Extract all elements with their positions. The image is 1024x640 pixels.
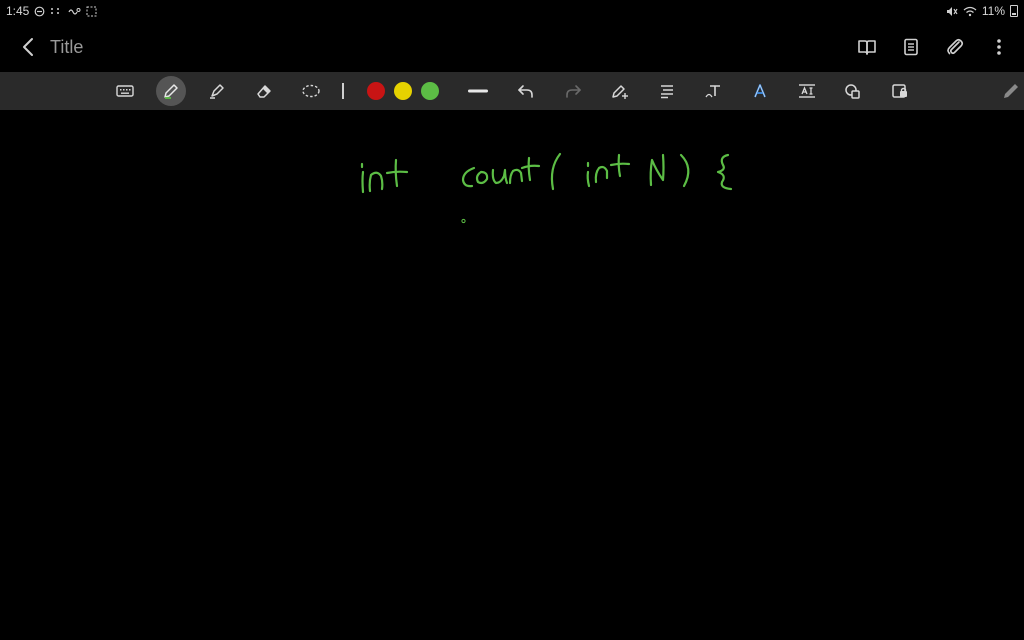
document-icon [904,38,918,56]
highlighter-icon [210,84,224,99]
ink-stroke [716,153,733,191]
ink-stroke [461,166,476,188]
screenshot-icon [86,6,97,17]
pen-tool[interactable] [156,76,186,106]
header-actions [856,36,1010,58]
status-right: 11% [946,4,1018,18]
attach-button[interactable] [944,36,966,58]
stroke-width-tool[interactable] [463,76,493,106]
note-canvas[interactable] [0,110,1024,640]
battery-percent: 11% [981,4,1005,18]
text-convert-icon [705,85,720,98]
stroke-width-icon [468,89,488,93]
pen-plus-icon [612,85,628,99]
chevron-left-icon [23,38,33,56]
back-button[interactable] [14,33,42,61]
ink-stroke [475,170,489,185]
toolbar-divider [342,83,344,99]
link-icon [67,6,81,16]
pen-settings-tool[interactable] [605,76,635,106]
ink-stroke [617,153,622,178]
handwriting-to-text-tool[interactable] [699,76,729,106]
undo-button[interactable] [511,76,541,106]
lock-layer-tool[interactable] [885,76,915,106]
lock-image-icon [892,84,907,98]
dots-icon [50,6,62,16]
ink-stroke [491,168,509,185]
app-header: Title [0,22,1024,72]
book-icon [858,40,876,55]
pen-icon [164,84,178,99]
status-bar: 1:45 11% [0,0,1024,22]
keyboard-icon [116,85,134,97]
ink-stroke [609,162,631,167]
status-time: 1:45 [6,4,30,18]
ink-stroke [649,153,665,187]
mute-icon [946,6,958,17]
dnd-icon [34,6,45,17]
text-align-tool[interactable] [652,76,682,106]
undo-icon [518,85,533,98]
page-list-button[interactable] [900,36,922,58]
ink-stroke [527,156,532,182]
drawing-mode-tool[interactable] [996,76,1024,106]
paperclip-icon [947,38,964,55]
ink-stroke [508,168,524,185]
pencil-icon [1004,84,1018,98]
ink-dot [461,218,466,224]
more-vertical-icon [997,39,1001,55]
note-title[interactable]: Title [50,37,83,58]
ink-stroke [550,152,562,191]
reading-mode-button[interactable] [856,36,878,58]
wifi-icon [963,6,977,17]
redo-icon [566,85,581,98]
color-swatch-red[interactable] [367,82,385,100]
keyboard-tool[interactable] [110,76,140,106]
text-box-icon [799,84,815,98]
more-options-button[interactable] [988,36,1010,58]
ink-stroke [679,153,690,188]
ink-stroke [368,171,384,193]
ink-stroke [394,158,399,188]
lasso-tool[interactable] [296,76,326,106]
status-left: 1:45 [6,4,97,18]
ink-stroke [594,165,609,184]
battery-icon [1010,5,1018,17]
highlighter-tool[interactable] [202,76,232,106]
ink-stroke [586,170,591,188]
color-swatch-green[interactable] [421,82,439,100]
handwriting-ink [360,152,733,224]
redo-button[interactable] [558,76,588,106]
ink-stroke [385,170,409,175]
text-lines-icon [661,85,673,99]
color-swatch-yellow[interactable] [394,82,412,100]
ink-stroke [361,170,365,194]
ink-stroke [520,164,541,170]
text-style-icon [754,84,766,98]
shapes-icon [845,84,860,99]
drawing-toolbar [0,72,1024,110]
text-box-tool[interactable] [792,76,822,106]
shape-tool[interactable] [838,76,868,106]
eraser-icon [257,85,271,98]
lasso-icon [302,84,320,98]
eraser-tool[interactable] [249,76,279,106]
text-style-tool[interactable] [745,76,775,106]
